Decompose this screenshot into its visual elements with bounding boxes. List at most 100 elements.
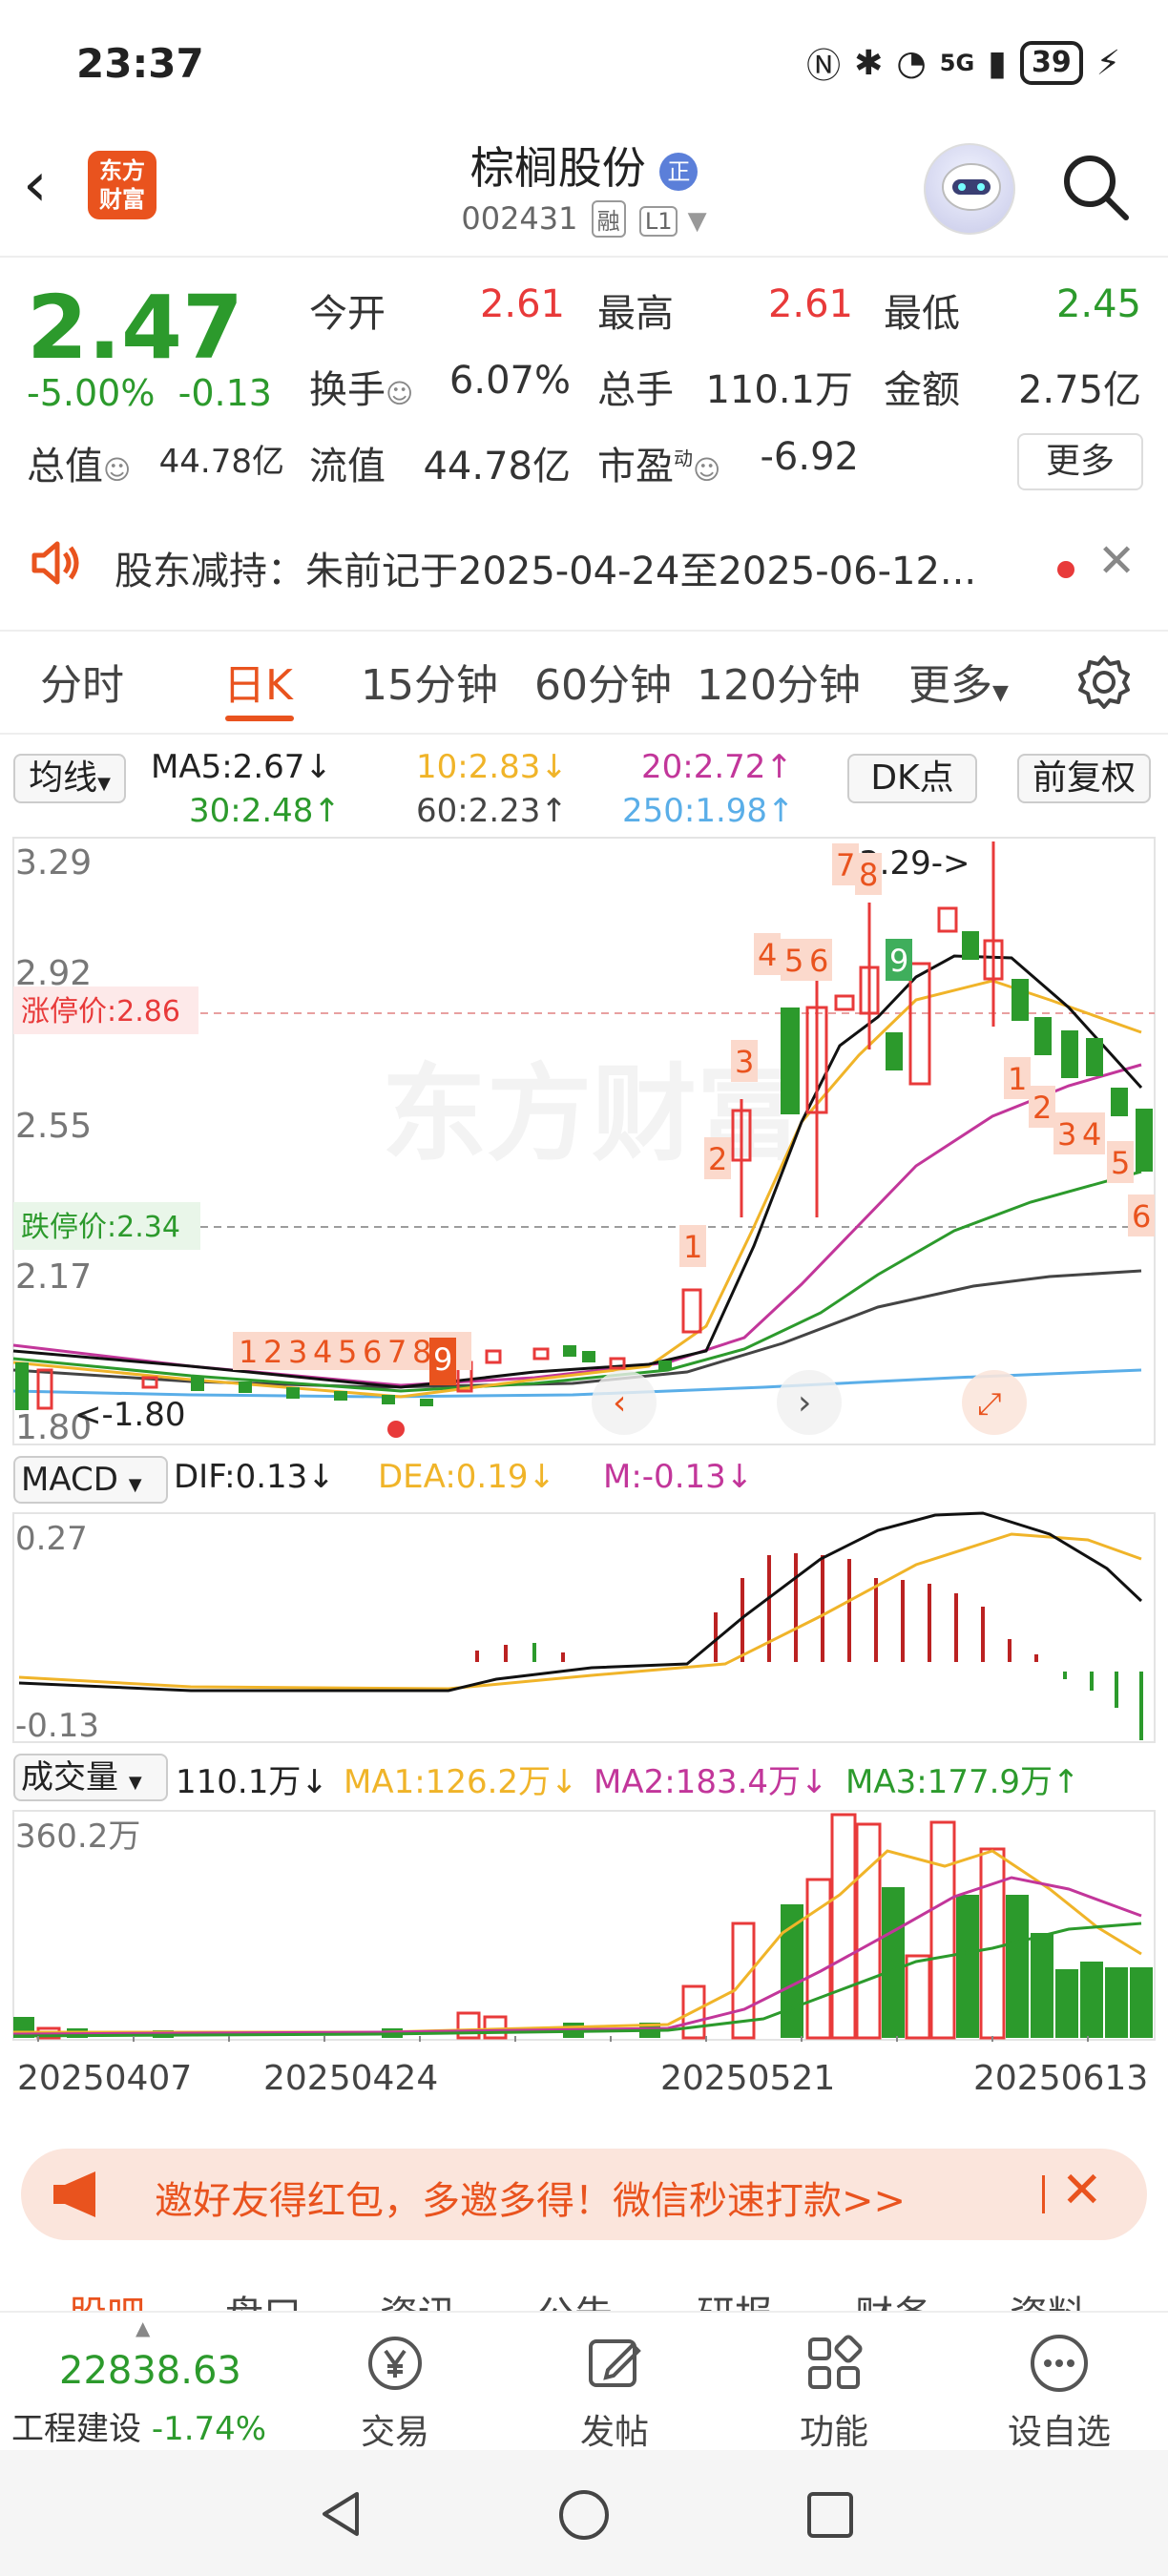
- svg-text:3: 3: [288, 1334, 307, 1370]
- macd-m: M:-0.13↓: [603, 1458, 754, 1496]
- turnover-amount: 金额 2.75亿: [884, 368, 1141, 412]
- subtab-guba[interactable]: 股吧: [69, 2284, 145, 2311]
- macd-legend: MACD ▼ DIF:0.13↓ DEA:0.19↓ M:-0.13↓: [0, 1450, 1168, 1511]
- svg-text:5: 5: [784, 943, 803, 979]
- macd-selector[interactable]: MACD ▼: [13, 1456, 168, 1504]
- svg-text:3: 3: [735, 1044, 754, 1080]
- chevron-down-icon[interactable]: ▼: [688, 207, 707, 236]
- shareholder-notice[interactable]: 股东减持：朱前记于2025-04-24至2025-06-12... ✕: [0, 513, 1168, 618]
- nav-back-button[interactable]: [315, 2488, 366, 2544]
- charging-icon: ⚡: [1095, 43, 1120, 83]
- svg-text:2: 2: [263, 1334, 282, 1370]
- ma30-label: 30:2.48↑: [189, 792, 341, 830]
- index-info: 工程建设 -1.74%: [11, 2402, 266, 2449]
- tab-more[interactable]: 更多▼: [908, 651, 1009, 712]
- close-icon[interactable]: ✕: [1097, 534, 1136, 588]
- subtab-news[interactable]: 资讯: [380, 2284, 456, 2311]
- limit-down-label: 跌停价:2.34: [21, 1211, 180, 1244]
- up-caret-icon: ▲: [136, 2316, 151, 2339]
- ma-selector[interactable]: 均线▼: [13, 754, 126, 803]
- invite-banner[interactable]: 邀好友得红包，多邀多得！微信秒速打款>> ✕: [21, 2149, 1147, 2240]
- battery-indicator: 39: [1019, 41, 1083, 85]
- subtab-pankou[interactable]: 盘口: [225, 2284, 302, 2311]
- info-icon[interactable]: ☺: [386, 378, 413, 409]
- dk-point-button[interactable]: DK点: [847, 754, 977, 803]
- more-dots-icon: [1026, 2330, 1093, 2397]
- subtab-profile[interactable]: 资料: [1010, 2284, 1086, 2311]
- date-label: 20250407: [17, 2059, 193, 2098]
- level-tag[interactable]: L1: [638, 206, 678, 237]
- period-tabs: 分时 日K 15分钟 60分钟 120分钟 更多▼: [0, 630, 1168, 735]
- bluetooth-icon: ✱: [854, 43, 884, 83]
- open-price: 今开 2.61: [309, 282, 565, 336]
- yen-icon: [362, 2330, 428, 2397]
- svg-text:3: 3: [1057, 1116, 1076, 1153]
- macd-dif: DIF:0.13↓: [174, 1458, 335, 1496]
- svg-text:2: 2: [708, 1141, 727, 1177]
- sub-tabs: 股吧 盘口 资讯 公告 研报 财务 资料: [0, 2254, 1168, 2311]
- current-price: 2.47: [27, 277, 243, 379]
- macd-chart[interactable]: 0.27 -0.13: [0, 1511, 1168, 1744]
- info-icon[interactable]: ☺: [103, 454, 131, 486]
- macd-y-bottom: -0.13: [15, 1707, 99, 1744]
- limit-up-label: 涨停价:2.86: [21, 995, 180, 1028]
- assistant-robot-icon[interactable]: [924, 143, 1015, 235]
- add-watchlist-button[interactable]: 设自选: [992, 2330, 1126, 2454]
- ma20-label: 20:2.72↑: [641, 748, 793, 786]
- svg-text:1: 1: [683, 1229, 702, 1265]
- trade-button[interactable]: 交易: [345, 2330, 445, 2454]
- volume-ma1: MA1:126.2万↓: [344, 1763, 578, 1801]
- tab-120min[interactable]: 120分钟: [697, 651, 861, 712]
- ma5-label: MA5:2.67↓: [151, 748, 332, 786]
- ma10-label: 10:2.83↓: [416, 748, 568, 786]
- svg-text:4: 4: [758, 937, 777, 973]
- ma60-label: 60:2.23↑: [416, 792, 568, 830]
- unread-dot: [1057, 561, 1074, 578]
- network-type: 5G: [939, 50, 975, 76]
- expand-icon: ⤢: [977, 1385, 1002, 1422]
- low-marker: <-1.80: [74, 1396, 185, 1434]
- system-nav-bar: [0, 2450, 1168, 2576]
- svg-text:8: 8: [859, 857, 878, 893]
- low-price: 最低 2.45: [884, 282, 1141, 336]
- tab-intraday[interactable]: 分时: [40, 651, 124, 712]
- macd-dea: DEA:0.19↓: [378, 1458, 555, 1496]
- stock-header: ‹ 东方 财富 棕榈股份 正 002431 融 L1 ▼: [0, 124, 1168, 258]
- subtab-reports[interactable]: 研报: [697, 2284, 773, 2311]
- svg-text:9: 9: [889, 943, 908, 979]
- nav-home-button[interactable]: [557, 2488, 611, 2545]
- more-quote-button[interactable]: 更多: [1017, 433, 1143, 490]
- tab-60min[interactable]: 60分钟: [534, 651, 672, 712]
- date-axis: 20250407 20250424 20250521 20250613: [0, 2053, 1168, 2105]
- date-label: 20250613: [973, 2059, 1149, 2098]
- index-name: 工程建设: [11, 2410, 141, 2448]
- subtab-announcements[interactable]: 公告: [536, 2284, 613, 2311]
- volume-legend: 成交量 ▼ 110.1万↓ MA1:126.2万↓ MA2:183.4万↓ MA…: [0, 1748, 1168, 1809]
- kline-chart[interactable]: 东方财富 涨停价:2.86 跌停价:2.34 3.29 2.92 2.55 2.…: [0, 836, 1168, 1446]
- index-change: -1.74%: [151, 2410, 267, 2448]
- search-icon[interactable]: [1057, 149, 1134, 225]
- caret-down-icon: ▼: [128, 1773, 142, 1793]
- tab-daily-k[interactable]: 日K: [223, 651, 293, 712]
- info-icon[interactable]: ☺: [693, 454, 720, 486]
- y-tick-3: 2.55: [15, 1107, 92, 1146]
- post-button[interactable]: 发帖: [565, 2330, 664, 2454]
- close-icon[interactable]: ✕: [1061, 2162, 1103, 2219]
- svg-text:1: 1: [239, 1334, 258, 1370]
- nfc-icon: Ⓝ: [806, 47, 842, 86]
- subtab-finance[interactable]: 财务: [855, 2284, 931, 2311]
- svg-text:4: 4: [1082, 1116, 1101, 1153]
- tab-15min[interactable]: 15分钟: [361, 651, 498, 712]
- y-tick-1: 3.29: [15, 843, 92, 883]
- svg-text:7: 7: [387, 1334, 407, 1370]
- status-icons: Ⓝ ✱ ◔ 5G ▮ 39 ⚡: [806, 38, 1120, 88]
- nav-recents-button[interactable]: [805, 2490, 855, 2544]
- settings-icon[interactable]: [1074, 653, 1134, 716]
- volume-selector[interactable]: 成交量 ▼: [13, 1754, 168, 1801]
- index-value: 22838.63: [59, 2349, 241, 2393]
- notice-text: 股东减持：朱前记于2025-04-24至2025-06-12...: [115, 550, 977, 593]
- volume-chart[interactable]: 360.2万: [0, 1809, 1168, 2042]
- adjust-mode-button[interactable]: 前复权: [1017, 754, 1151, 803]
- function-button[interactable]: 功能: [784, 2330, 884, 2454]
- high-price: 最高 2.61: [597, 282, 853, 336]
